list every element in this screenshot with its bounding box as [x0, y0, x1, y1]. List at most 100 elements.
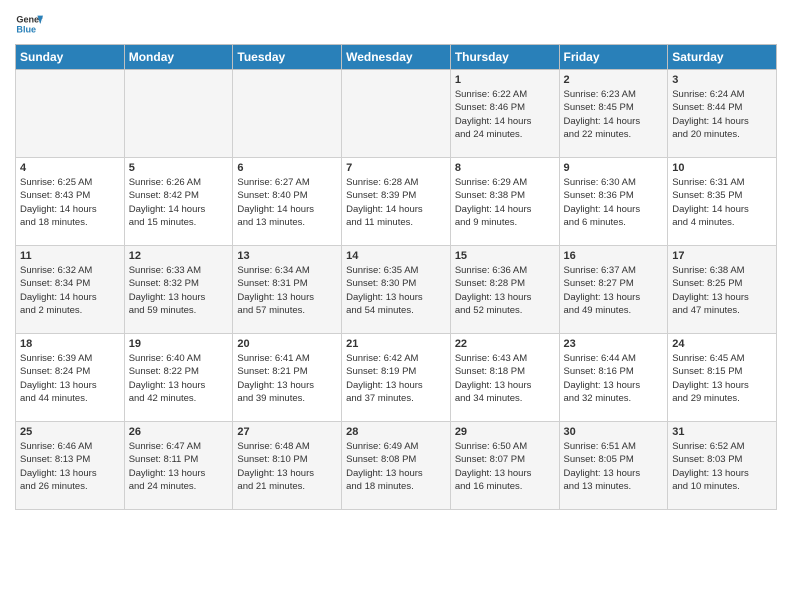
- day-info: Sunrise: 6:48 AM Sunset: 8:10 PM Dayligh…: [237, 440, 337, 493]
- calendar-week-4: 18 Sunrise: 6:39 AM Sunset: 8:24 PM Dayli…: [16, 334, 777, 422]
- svg-text:Blue: Blue: [16, 24, 36, 34]
- calendar-cell: 13Sunrise: 6:34 AM Sunset: 8:31 PM Dayli…: [233, 246, 342, 334]
- calendar-cell: 28 Sunrise: 6:49 AM Sunset: 8:08 PM Dayli…: [342, 422, 451, 510]
- day-number: 14: [346, 250, 446, 262]
- day-info: Sunrise: 6:33 AM Sunset: 8:32 PM Dayligh…: [129, 264, 229, 317]
- calendar-cell: 22 Sunrise: 6:43 AM Sunset: 8:18 PM Dayli…: [450, 334, 559, 422]
- col-header-tuesday: Tuesday: [233, 45, 342, 70]
- day-number: 29: [455, 426, 555, 438]
- calendar-cell: [342, 70, 451, 158]
- day-info: Sunrise: 6:38 AM Sunset: 8:25 PM Dayligh…: [672, 264, 772, 317]
- day-info: Sunrise: 6:41 AM Sunset: 8:21 PM Dayligh…: [237, 352, 337, 405]
- calendar-cell: 20 Sunrise: 6:41 AM Sunset: 8:21 PM Dayli…: [233, 334, 342, 422]
- calendar-cell: 14 Sunrise: 6:35 AM Sunset: 8:30 PM Dayli…: [342, 246, 451, 334]
- header-row: SundayMondayTuesdayWednesdayThursdayFrid…: [16, 45, 777, 70]
- calendar-cell: 1 Sunrise: 6:22 AM Sunset: 8:46 PM Daylig…: [450, 70, 559, 158]
- day-info: Sunrise: 6:23 AM Sunset: 8:45 PM Dayligh…: [564, 88, 664, 141]
- day-info: Sunrise: 6:28 AM Sunset: 8:39 PM Dayligh…: [346, 176, 446, 229]
- page-container: General Blue SundayMondayTuesdayWednesda…: [0, 0, 792, 515]
- day-number: 22: [455, 338, 555, 350]
- calendar-cell: 6 Sunrise: 6:27 AM Sunset: 8:40 PM Daylig…: [233, 158, 342, 246]
- calendar-cell: 4 Sunrise: 6:25 AM Sunset: 8:43 PM Daylig…: [16, 158, 125, 246]
- calendar-cell: 17 Sunrise: 6:38 AM Sunset: 8:25 PM Dayli…: [668, 246, 777, 334]
- day-info: Sunrise: 6:36 AM Sunset: 8:28 PM Dayligh…: [455, 264, 555, 317]
- day-info: Sunrise: 6:50 AM Sunset: 8:07 PM Dayligh…: [455, 440, 555, 493]
- day-info: Sunrise: 6:32 AM Sunset: 8:34 PM Dayligh…: [20, 264, 120, 317]
- calendar-cell: 19 Sunrise: 6:40 AM Sunset: 8:22 PM Dayli…: [124, 334, 233, 422]
- calendar-cell: 27 Sunrise: 6:48 AM Sunset: 8:10 PM Dayli…: [233, 422, 342, 510]
- calendar-cell: [124, 70, 233, 158]
- day-number: 4: [20, 162, 120, 174]
- day-number: 18: [20, 338, 120, 350]
- day-info: Sunrise: 6:52 AM Sunset: 8:03 PM Dayligh…: [672, 440, 772, 493]
- day-info: Sunrise: 6:42 AM Sunset: 8:19 PM Dayligh…: [346, 352, 446, 405]
- calendar-cell: 26 Sunrise: 6:47 AM Sunset: 8:11 PM Dayli…: [124, 422, 233, 510]
- calendar-cell: 25Sunrise: 6:46 AM Sunset: 8:13 PM Dayli…: [16, 422, 125, 510]
- day-number: 30: [564, 426, 664, 438]
- day-number: 11: [20, 250, 120, 262]
- day-number: 7: [346, 162, 446, 174]
- calendar-table: SundayMondayTuesdayWednesdayThursdayFrid…: [15, 44, 777, 510]
- day-info: Sunrise: 6:40 AM Sunset: 8:22 PM Dayligh…: [129, 352, 229, 405]
- calendar-cell: 31Sunrise: 6:52 AM Sunset: 8:03 PM Dayli…: [668, 422, 777, 510]
- calendar-cell: 30 Sunrise: 6:51 AM Sunset: 8:05 PM Dayli…: [559, 422, 668, 510]
- logo: General Blue: [15, 10, 43, 38]
- day-number: 9: [564, 162, 664, 174]
- day-info: Sunrise: 6:47 AM Sunset: 8:11 PM Dayligh…: [129, 440, 229, 493]
- calendar-cell: 29 Sunrise: 6:50 AM Sunset: 8:07 PM Dayli…: [450, 422, 559, 510]
- day-number: 23: [564, 338, 664, 350]
- day-info: Sunrise: 6:35 AM Sunset: 8:30 PM Dayligh…: [346, 264, 446, 317]
- day-info: Sunrise: 6:43 AM Sunset: 8:18 PM Dayligh…: [455, 352, 555, 405]
- day-info: Sunrise: 6:25 AM Sunset: 8:43 PM Dayligh…: [20, 176, 120, 229]
- day-info: Sunrise: 6:51 AM Sunset: 8:05 PM Dayligh…: [564, 440, 664, 493]
- calendar-cell: 18 Sunrise: 6:39 AM Sunset: 8:24 PM Dayli…: [16, 334, 125, 422]
- day-number: 28: [346, 426, 446, 438]
- day-info: Sunrise: 6:49 AM Sunset: 8:08 PM Dayligh…: [346, 440, 446, 493]
- day-number: 6: [237, 162, 337, 174]
- day-info: Sunrise: 6:27 AM Sunset: 8:40 PM Dayligh…: [237, 176, 337, 229]
- day-info: Sunrise: 6:39 AM Sunset: 8:24 PM Dayligh…: [20, 352, 120, 405]
- calendar-cell: [16, 70, 125, 158]
- day-number: 26: [129, 426, 229, 438]
- col-header-friday: Friday: [559, 45, 668, 70]
- day-info: Sunrise: 6:29 AM Sunset: 8:38 PM Dayligh…: [455, 176, 555, 229]
- day-info: Sunrise: 6:37 AM Sunset: 8:27 PM Dayligh…: [564, 264, 664, 317]
- calendar-cell: 3Sunrise: 6:24 AM Sunset: 8:44 PM Daylig…: [668, 70, 777, 158]
- logo-icon: General Blue: [15, 10, 43, 38]
- day-number: 19: [129, 338, 229, 350]
- calendar-cell: 21Sunrise: 6:42 AM Sunset: 8:19 PM Dayli…: [342, 334, 451, 422]
- day-number: 8: [455, 162, 555, 174]
- day-info: Sunrise: 6:22 AM Sunset: 8:46 PM Dayligh…: [455, 88, 555, 141]
- calendar-week-1: 1 Sunrise: 6:22 AM Sunset: 8:46 PM Daylig…: [16, 70, 777, 158]
- calendar-week-2: 4 Sunrise: 6:25 AM Sunset: 8:43 PM Daylig…: [16, 158, 777, 246]
- day-number: 5: [129, 162, 229, 174]
- day-info: Sunrise: 6:31 AM Sunset: 8:35 PM Dayligh…: [672, 176, 772, 229]
- day-info: Sunrise: 6:34 AM Sunset: 8:31 PM Dayligh…: [237, 264, 337, 317]
- day-number: 20: [237, 338, 337, 350]
- day-info: Sunrise: 6:44 AM Sunset: 8:16 PM Dayligh…: [564, 352, 664, 405]
- header: General Blue: [15, 10, 777, 38]
- calendar-cell: 23 Sunrise: 6:44 AM Sunset: 8:16 PM Dayli…: [559, 334, 668, 422]
- day-info: Sunrise: 6:30 AM Sunset: 8:36 PM Dayligh…: [564, 176, 664, 229]
- calendar-cell: 9 Sunrise: 6:30 AM Sunset: 8:36 PM Daylig…: [559, 158, 668, 246]
- day-info: Sunrise: 6:24 AM Sunset: 8:44 PM Dayligh…: [672, 88, 772, 141]
- day-number: 2: [564, 74, 664, 86]
- calendar-cell: 11 Sunrise: 6:32 AM Sunset: 8:34 PM Dayli…: [16, 246, 125, 334]
- calendar-week-3: 11 Sunrise: 6:32 AM Sunset: 8:34 PM Dayli…: [16, 246, 777, 334]
- calendar-cell: 8 Sunrise: 6:29 AM Sunset: 8:38 PM Daylig…: [450, 158, 559, 246]
- calendar-cell: 15Sunrise: 6:36 AM Sunset: 8:28 PM Dayli…: [450, 246, 559, 334]
- day-number: 24: [672, 338, 772, 350]
- col-header-wednesday: Wednesday: [342, 45, 451, 70]
- day-number: 27: [237, 426, 337, 438]
- day-number: 17: [672, 250, 772, 262]
- day-number: 16: [564, 250, 664, 262]
- calendar-cell: 24 Sunrise: 6:45 AM Sunset: 8:15 PM Dayli…: [668, 334, 777, 422]
- calendar-week-5: 25Sunrise: 6:46 AM Sunset: 8:13 PM Dayli…: [16, 422, 777, 510]
- col-header-saturday: Saturday: [668, 45, 777, 70]
- calendar-cell: 10 Sunrise: 6:31 AM Sunset: 8:35 PM Dayli…: [668, 158, 777, 246]
- day-info: Sunrise: 6:45 AM Sunset: 8:15 PM Dayligh…: [672, 352, 772, 405]
- day-number: 25: [20, 426, 120, 438]
- day-number: 10: [672, 162, 772, 174]
- day-number: 1: [455, 74, 555, 86]
- calendar-cell: 16 Sunrise: 6:37 AM Sunset: 8:27 PM Dayli…: [559, 246, 668, 334]
